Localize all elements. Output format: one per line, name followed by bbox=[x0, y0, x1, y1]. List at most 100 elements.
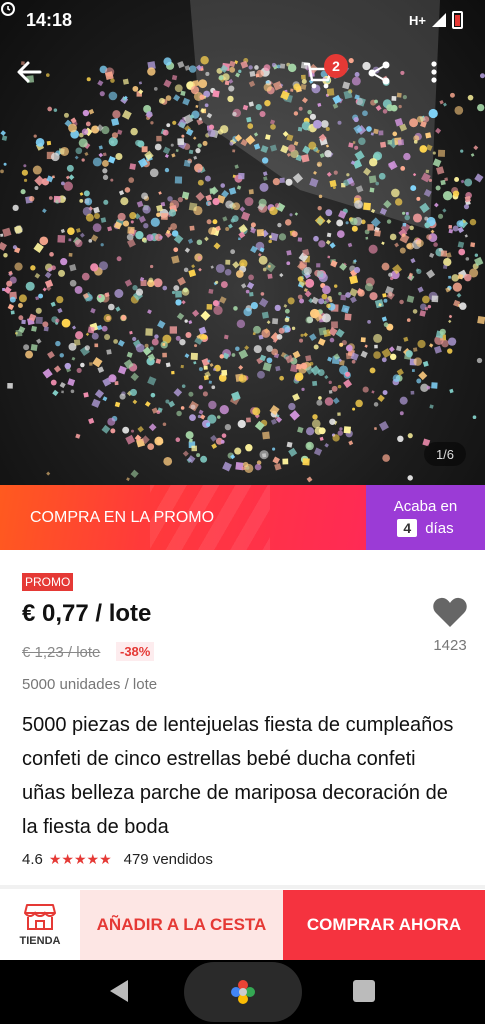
confetti-piece bbox=[320, 120, 329, 128]
nav-home-icon[interactable] bbox=[184, 962, 302, 1022]
confetti-piece bbox=[147, 443, 155, 451]
confetti-piece bbox=[373, 427, 377, 431]
confetti-piece bbox=[212, 300, 220, 307]
confetti-piece bbox=[92, 157, 102, 167]
rating-value: 4.6 bbox=[22, 851, 43, 868]
confetti-piece bbox=[150, 121, 154, 125]
confetti-piece bbox=[413, 139, 418, 144]
status-bar: 14:18 H+ bbox=[0, 0, 485, 40]
confetti-piece bbox=[221, 369, 228, 376]
confetti-piece bbox=[200, 414, 206, 420]
confetti-piece bbox=[474, 253, 479, 257]
confetti-piece bbox=[154, 143, 162, 151]
confetti-piece bbox=[173, 247, 179, 253]
promo-banner[interactable]: COMPRA EN LA PROMO Acaba en 4 días bbox=[0, 485, 485, 550]
buy-now-button[interactable]: COMPRAR AHORA bbox=[283, 890, 485, 960]
confetti-piece bbox=[100, 243, 104, 247]
confetti-piece bbox=[204, 236, 209, 242]
confetti-piece bbox=[188, 269, 197, 278]
confetti-piece bbox=[215, 263, 225, 273]
promo-days: 4 bbox=[397, 519, 418, 537]
nav-recent-icon[interactable] bbox=[353, 980, 375, 1002]
confetti-piece bbox=[119, 393, 126, 400]
confetti-piece bbox=[153, 278, 163, 288]
confetti-piece bbox=[7, 382, 13, 389]
confetti-piece bbox=[378, 172, 386, 180]
confetti-piece bbox=[279, 375, 284, 381]
confetti-piece bbox=[261, 328, 271, 338]
product-image[interactable]: 14:18 H+ 2 1/6 bbox=[0, 0, 485, 485]
confetti-piece bbox=[465, 257, 470, 261]
confetti-piece bbox=[103, 199, 109, 205]
back-button[interactable] bbox=[16, 60, 60, 104]
confetti-piece bbox=[327, 255, 331, 259]
confetti-piece bbox=[368, 244, 378, 254]
confetti-piece bbox=[287, 144, 296, 152]
confetti-piece bbox=[392, 374, 401, 382]
confetti-piece bbox=[391, 188, 400, 198]
confetti-piece bbox=[369, 187, 375, 193]
confetti-piece bbox=[244, 345, 250, 351]
confetti-piece bbox=[399, 396, 408, 405]
promo-label-area: COMPRA EN LA PROMO bbox=[0, 485, 366, 550]
confetti-piece bbox=[378, 130, 384, 136]
confetti-piece bbox=[258, 255, 268, 265]
confetti-piece bbox=[9, 296, 16, 303]
confetti-photo bbox=[0, 0, 485, 483]
confetti-piece bbox=[457, 273, 464, 280]
confetti-piece bbox=[149, 264, 154, 269]
confetti-piece bbox=[297, 276, 304, 282]
confetti-piece bbox=[346, 173, 350, 177]
confetti-piece bbox=[200, 455, 208, 463]
confetti-piece bbox=[106, 349, 112, 355]
confetti-piece bbox=[270, 124, 276, 130]
store-button[interactable]: TIENDA bbox=[0, 890, 80, 960]
confetti-piece bbox=[242, 461, 249, 468]
confetti-piece bbox=[146, 111, 153, 118]
confetti-piece bbox=[387, 325, 392, 330]
add-to-cart-button[interactable]: AÑADIR A LA CESTA bbox=[80, 890, 283, 960]
confetti-piece bbox=[329, 337, 335, 343]
confetti-piece bbox=[343, 179, 350, 186]
cart-button[interactable]: 2 bbox=[302, 54, 348, 104]
confetti-piece bbox=[265, 261, 276, 273]
confetti-piece bbox=[419, 145, 428, 153]
rating-row[interactable]: 4.6 ★★★★★ 479 vendidos bbox=[22, 851, 213, 868]
confetti-piece bbox=[298, 106, 303, 111]
rating-stars: ★★★★★ bbox=[48, 851, 112, 867]
confetti-piece bbox=[374, 229, 381, 237]
confetti-piece bbox=[444, 177, 449, 182]
confetti-piece bbox=[331, 321, 338, 329]
confetti-piece bbox=[371, 390, 375, 394]
confetti-piece bbox=[136, 200, 144, 208]
confetti-piece bbox=[395, 198, 403, 206]
share-button[interactable] bbox=[366, 60, 410, 104]
confetti-piece bbox=[108, 303, 115, 311]
confetti-piece bbox=[156, 135, 162, 142]
confetti-piece bbox=[351, 76, 361, 86]
confetti-piece bbox=[411, 369, 415, 373]
confetti-piece bbox=[318, 240, 326, 248]
confetti-piece bbox=[196, 239, 203, 246]
confetti-piece bbox=[50, 379, 57, 386]
confetti-piece bbox=[454, 106, 464, 115]
confetti-piece bbox=[68, 238, 72, 242]
confetti-piece bbox=[262, 362, 272, 372]
confetti-piece bbox=[93, 206, 100, 214]
nav-back-icon[interactable] bbox=[110, 980, 128, 1002]
confetti-piece bbox=[197, 169, 201, 173]
confetti-piece bbox=[31, 325, 38, 332]
confetti-piece bbox=[121, 315, 127, 321]
confetti-piece bbox=[171, 255, 180, 264]
confetti-piece bbox=[416, 239, 424, 247]
confetti-piece bbox=[150, 392, 156, 398]
back-arrow-icon bbox=[17, 61, 42, 83]
confetti-piece bbox=[238, 237, 241, 241]
confetti-piece bbox=[337, 120, 342, 125]
confetti-piece bbox=[130, 469, 139, 478]
more-button[interactable] bbox=[430, 60, 474, 104]
confetti-piece bbox=[7, 303, 15, 311]
confetti-piece bbox=[200, 310, 211, 321]
heart-icon[interactable] bbox=[432, 596, 468, 628]
confetti-piece bbox=[288, 402, 296, 411]
